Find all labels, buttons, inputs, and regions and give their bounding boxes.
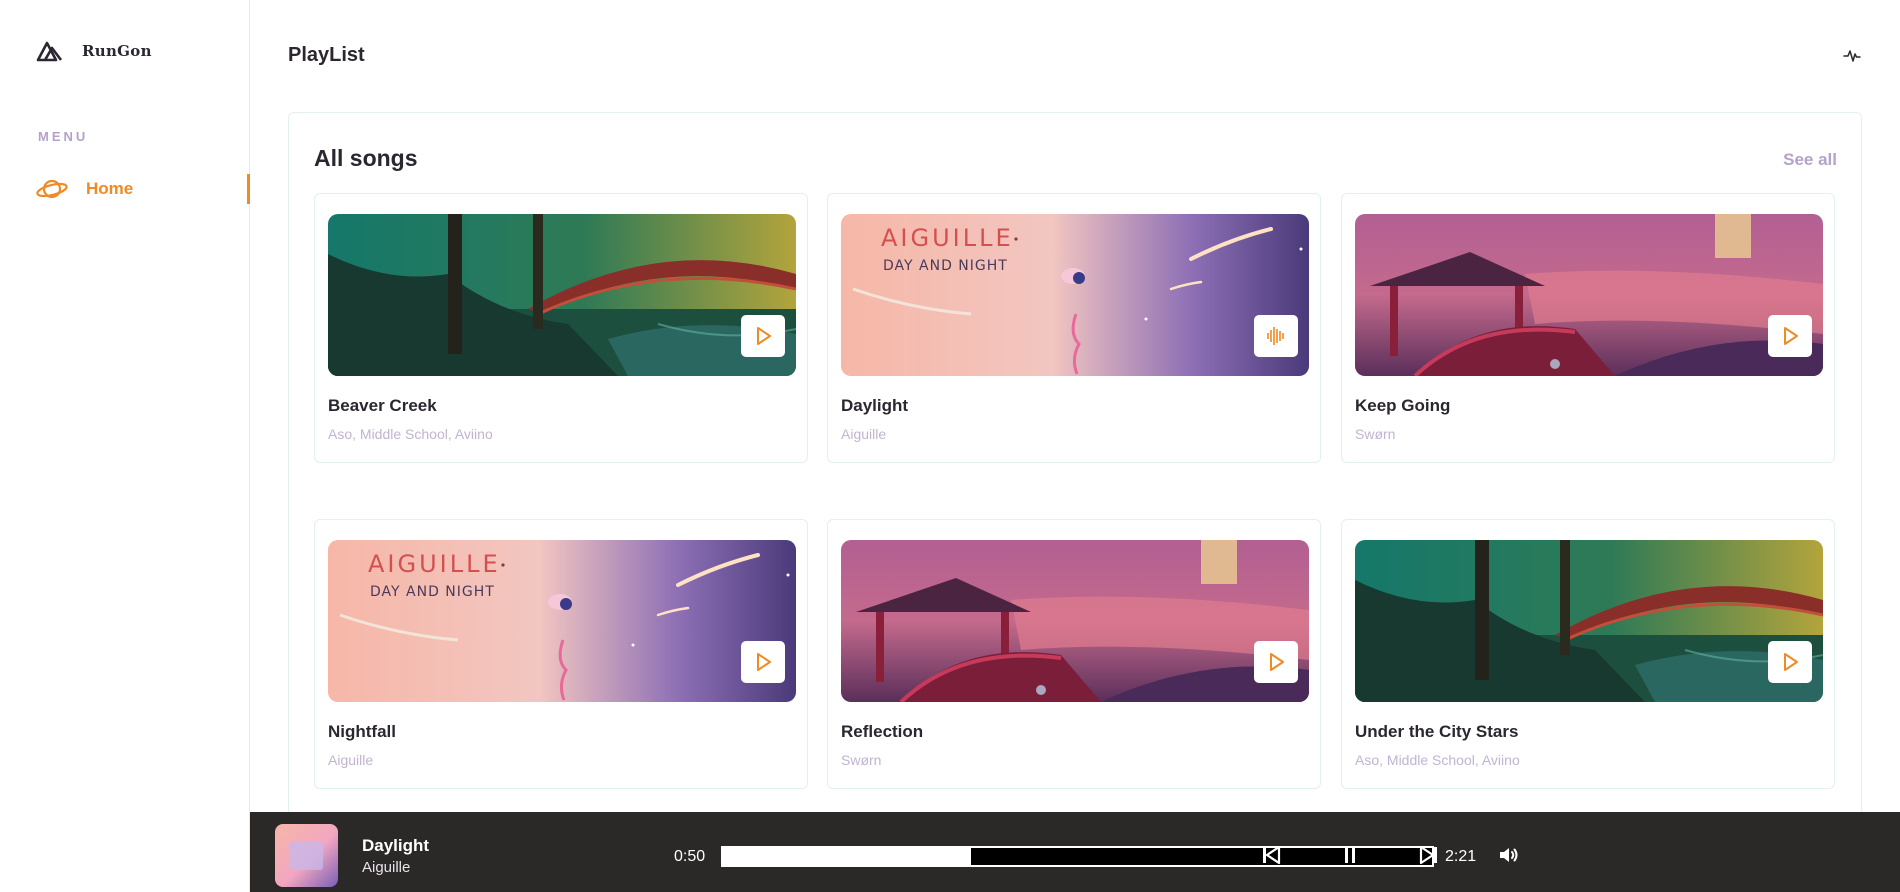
progress-fill	[723, 848, 972, 865]
album-art	[275, 824, 338, 887]
song-card[interactable]: AIGUILLE DAY AND NIGHT Daylight Aiguille	[827, 193, 1321, 463]
song-artist: Aso, Middle School, Aviino	[1355, 752, 1520, 768]
play-icon	[1784, 653, 1798, 671]
play-button[interactable]	[1768, 641, 1812, 683]
active-indicator	[247, 174, 250, 204]
artwork-text: DAY AND NIGHT	[370, 584, 495, 600]
volume-icon	[1500, 848, 1518, 862]
song-artist: Swørn	[1355, 426, 1396, 442]
previous-button[interactable]	[1258, 842, 1284, 868]
menu-heading: MENU	[38, 129, 89, 144]
song-title: Nightfall	[328, 722, 396, 741]
song-artwork: AIGUILLE DAY AND NIGHT	[841, 214, 1309, 376]
now-playing-cover[interactable]	[275, 824, 338, 887]
play-button[interactable]	[741, 315, 785, 357]
play-button[interactable]	[741, 641, 785, 683]
song-title: Reflection	[841, 722, 924, 741]
volume-button[interactable]	[1495, 842, 1521, 868]
song-artwork	[1355, 214, 1823, 376]
play-button[interactable]	[1768, 315, 1812, 357]
player-bar: Daylight Aiguille 0:50 2:21	[250, 812, 1900, 892]
pause-button[interactable]	[1337, 842, 1363, 868]
sidebar: RunGon MENU Home	[0, 0, 250, 892]
song-artwork: AIGUILLE DAY AND NIGHT	[328, 540, 796, 702]
song-card[interactable]: Keep Going Swørn	[1341, 193, 1835, 463]
play-icon	[1270, 653, 1284, 671]
song-title: Daylight	[841, 396, 909, 415]
play-icon	[1784, 327, 1798, 345]
artwork-text: DAY AND NIGHT	[883, 258, 1008, 274]
next-icon	[1419, 845, 1437, 865]
sidebar-item-label: Home	[86, 179, 134, 198]
brand[interactable]: RunGon	[36, 40, 152, 62]
song-artwork	[1355, 540, 1823, 702]
now-playing-button[interactable]	[1254, 315, 1298, 357]
song-artist: Swørn	[841, 752, 882, 768]
song-artwork	[841, 540, 1309, 702]
total-time: 2:21	[1445, 848, 1477, 865]
song-artwork	[328, 214, 796, 376]
song-card[interactable]: Beaver Creek Aso, Middle School, Aviino	[314, 193, 808, 463]
progress-bar[interactable]	[721, 846, 1434, 867]
now-playing-artist: Aiguille	[362, 859, 411, 876]
sidebar-item-home[interactable]: Home	[36, 174, 250, 204]
pulse-icon[interactable]	[1843, 46, 1861, 64]
section-title: All songs	[314, 145, 418, 171]
song-card[interactable]: Reflection Swørn	[827, 519, 1321, 789]
song-card[interactable]: AIGUILLE DAY AND NIGHT Nightfall Aiguille	[314, 519, 808, 789]
artwork-text: AIGUILLE	[881, 224, 1014, 252]
song-title: Keep Going	[1355, 396, 1451, 415]
planet-icon	[36, 179, 68, 199]
artwork-text: AIGUILLE	[368, 550, 501, 578]
page-title: PlayList	[288, 44, 365, 66]
previous-icon	[1263, 845, 1281, 865]
current-time: 0:50	[674, 848, 706, 865]
see-all-link[interactable]: See all	[1783, 150, 1837, 170]
play-button[interactable]	[1254, 641, 1298, 683]
logo-icon	[36, 41, 63, 62]
next-button[interactable]	[1416, 842, 1442, 868]
play-icon	[757, 653, 771, 671]
now-playing-title: Daylight	[362, 836, 430, 855]
song-title: Beaver Creek	[328, 396, 437, 415]
play-icon	[757, 327, 771, 345]
song-artist: Aso, Middle School, Aviino	[328, 426, 493, 442]
song-card[interactable]: Under the City Stars Aso, Middle School, …	[1341, 519, 1835, 789]
pause-icon	[1345, 847, 1355, 863]
song-title: Under the City Stars	[1355, 722, 1519, 741]
song-artist: Aiguille	[328, 752, 374, 768]
brand-name: RunGon	[82, 42, 152, 60]
sound-wave-icon	[1267, 327, 1284, 345]
song-artist: Aiguille	[841, 426, 887, 442]
